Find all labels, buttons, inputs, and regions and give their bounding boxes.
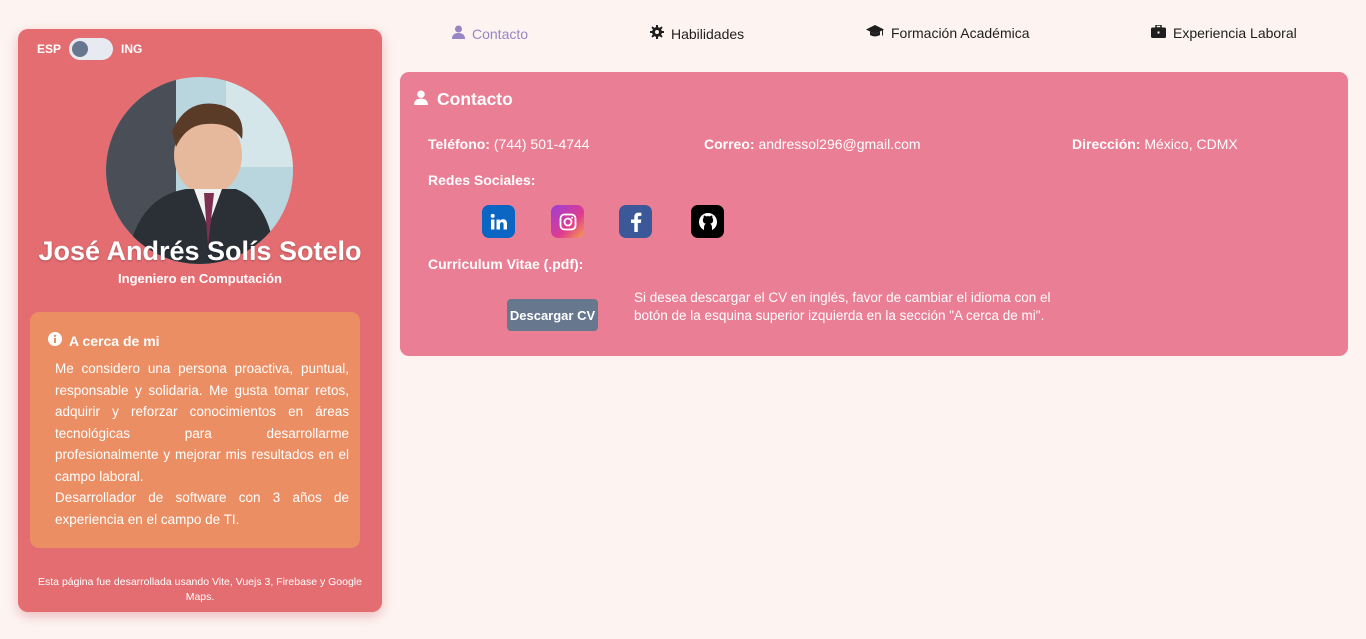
address-value: México, CDMX — [1144, 136, 1238, 152]
about-header: A cerca de mi — [48, 332, 349, 349]
email-label: Correo: — [704, 136, 755, 152]
tab-contact[interactable]: Contacto — [452, 25, 528, 42]
about-paragraph-1: Me considero una persona proactiva, punt… — [55, 361, 349, 484]
lang-ing-label: ING — [121, 42, 143, 56]
briefcase-icon — [1151, 24, 1166, 41]
profile-role: Ingeniero en Computación — [118, 271, 282, 286]
about-paragraph-2: Desarrollador de software con 3 años de … — [55, 490, 349, 527]
contact-title: Contacto — [437, 89, 513, 109]
tab-education[interactable]: Formación Académica — [866, 25, 1030, 41]
instagram-icon[interactable] — [551, 205, 584, 238]
profile-name: José Andrés Solís Sotelo — [38, 236, 362, 266]
main-nav: Contacto Habilidades Formación Académica… — [400, 24, 1348, 47]
about-title: A cerca de mi — [69, 332, 160, 349]
gear-icon — [650, 25, 664, 42]
facebook-icon[interactable] — [619, 205, 652, 238]
social-networks-label: Redes Sociales: — [428, 172, 536, 188]
tab-contact-label: Contacto — [472, 25, 529, 42]
cv-note: Si desea descargar el CV en inglés, favo… — [634, 290, 1051, 323]
language-toggle[interactable] — [69, 38, 114, 60]
lang-esp-label: ESP — [37, 42, 62, 56]
about-text: Me considero una persona proactiva, punt… — [55, 358, 349, 530]
tab-education-label: Formación Académica — [891, 25, 1030, 41]
phone-field: Teléfono: (744) 501-4744 — [428, 136, 590, 152]
tab-experience-label: Experiencia Laboral — [1173, 25, 1297, 41]
contact-header: Contacto — [414, 89, 513, 110]
tab-experience[interactable]: Experiencia Laboral — [1151, 24, 1297, 41]
about-section: A cerca de mi Me considero una persona p… — [30, 312, 360, 548]
download-cv-button[interactable]: Descargar CV — [507, 299, 598, 331]
cv-label: Curriculum Vitae (.pdf): — [428, 256, 584, 272]
graduation-cap-icon — [866, 25, 884, 41]
address-label: Dirección: — [1072, 136, 1141, 152]
email-value[interactable]: andressol296@gmail.com — [758, 136, 920, 152]
address-field: Dirección: México, CDMX — [1072, 136, 1238, 152]
tab-skills-label: Habilidades — [671, 25, 745, 42]
user-icon — [414, 89, 428, 110]
email-field: Correo: andressol296@gmail.com — [704, 136, 921, 152]
tab-skills[interactable]: Habilidades — [650, 25, 744, 42]
linkedin-icon[interactable] — [482, 205, 515, 238]
info-icon — [48, 332, 62, 349]
language-switcher: ESP ING — [37, 38, 142, 60]
phone-value: (744) 501-4744 — [493, 136, 590, 152]
user-icon — [452, 25, 465, 42]
github-icon[interactable] — [691, 205, 724, 238]
contact-card: Contacto Teléfono: (744) 501-4744 Correo… — [400, 72, 1348, 356]
toggle-knob — [72, 41, 89, 57]
profile-sidebar: ESP ING José Andrés Solís Sotelo Ingenie… — [18, 29, 382, 612]
footer-note: Esta página fue desarrollada usando Vite… — [38, 576, 362, 603]
phone-label: Teléfono: — [428, 136, 490, 152]
